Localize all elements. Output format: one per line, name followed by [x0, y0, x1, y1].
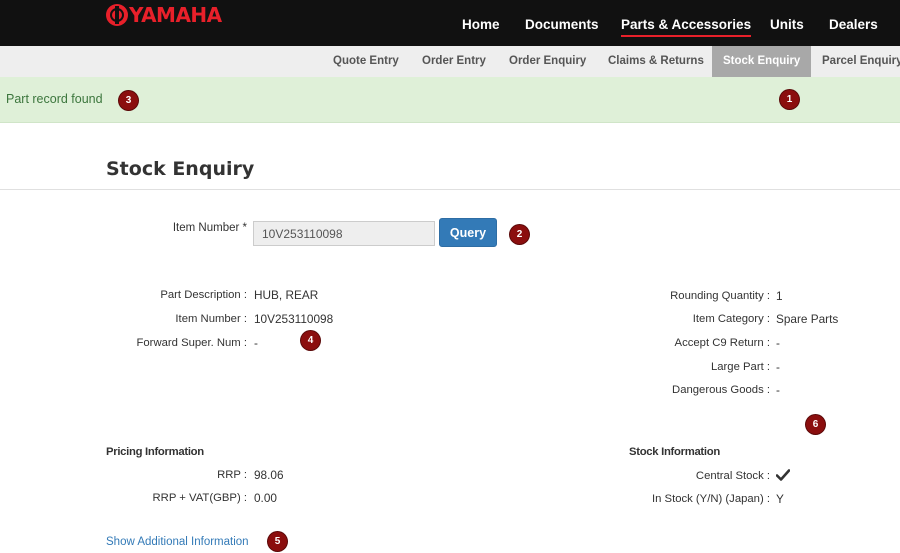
nav-home[interactable]: Home [462, 17, 500, 32]
tuning-fork-logo-icon [106, 4, 128, 26]
show-additional-information-link[interactable]: Show Additional Information [106, 536, 249, 548]
alert-message: Part record found [6, 92, 103, 106]
stock-heading: Stock Information [629, 446, 720, 458]
accept-c9-return-label: Accept C9 Return : [674, 337, 770, 349]
yamaha-logo[interactable]: YAMAHA [106, 3, 222, 27]
nav-parts-accessories[interactable]: Parts & Accessories [621, 17, 752, 37]
page-title: Stock Enquiry [106, 158, 255, 180]
item-number-detail-label: Item Number : [175, 313, 247, 325]
forward-super-label: Forward Super. Num : [136, 337, 248, 349]
title-divider [0, 189, 900, 190]
annotation-badge-4: 4 [301, 331, 320, 350]
item-category-value: Spare Parts [776, 312, 839, 326]
item-category-label: Item Category : [692, 313, 770, 325]
annotation-badge-2: 2 [510, 225, 529, 244]
rounding-quantity-value: 1 [776, 289, 783, 303]
accept-c9-return-value: - [776, 336, 780, 350]
in-stock-japan-value: Y [776, 492, 784, 506]
dangerous-goods-label: Dangerous Goods : [672, 384, 770, 396]
annotation-badge-6: 6 [806, 415, 825, 434]
annotation-badge-3: 3 [119, 91, 138, 110]
rrp-vat-label: RRP + VAT(GBP) : [152, 492, 247, 504]
rrp-label: RRP : [217, 469, 247, 481]
annotation-badge-5: 5 [268, 532, 287, 551]
pricing-heading: Pricing Information [106, 446, 204, 458]
subnav-quote-entry[interactable]: Quote Entry [333, 46, 399, 77]
in-stock-japan-label: In Stock (Y/N) (Japan) : [651, 493, 770, 505]
large-part-value: - [776, 360, 780, 374]
logo-text: YAMAHA [129, 3, 222, 27]
forward-super-value: - [254, 336, 258, 350]
dangerous-goods-value: - [776, 383, 780, 397]
nav-documents[interactable]: Documents [525, 17, 599, 32]
query-button[interactable]: Query [439, 218, 497, 247]
subnav-order-enquiry[interactable]: Order Enquiry [509, 46, 586, 77]
rounding-quantity-label: Rounding Quantity : [670, 290, 770, 302]
subnav-stock-enquiry[interactable]: Stock Enquiry [712, 46, 812, 77]
part-description-value: HUB, REAR [254, 288, 319, 302]
item-number-input[interactable] [253, 221, 435, 246]
rrp-vat-value: 0.00 [254, 491, 277, 505]
subnav-parcel-enquiry[interactable]: Parcel Enquiry [822, 46, 900, 77]
part-description-label: Part Description : [160, 289, 247, 301]
item-number-detail-value: 10V253110098 [254, 312, 334, 326]
nav-units[interactable]: Units [770, 17, 804, 32]
annotation-badge-1: 1 [780, 90, 799, 109]
item-number-label: Item Number * [172, 222, 247, 234]
subnav-claims-returns[interactable]: Claims & Returns [608, 46, 704, 77]
nav-dealers[interactable]: Dealers [829, 17, 878, 32]
sub-nav: Quote Entry Order Entry Order Enquiry Cl… [0, 46, 900, 77]
subnav-order-entry[interactable]: Order Entry [422, 46, 486, 77]
checkmark-icon [776, 469, 790, 481]
central-stock-label: Central Stock : [695, 470, 770, 482]
large-part-label: Large Part : [710, 361, 770, 373]
rrp-value: 98.06 [254, 468, 284, 482]
top-navbar: YAMAHA Home Documents Parts & Accessorie… [0, 0, 900, 46]
